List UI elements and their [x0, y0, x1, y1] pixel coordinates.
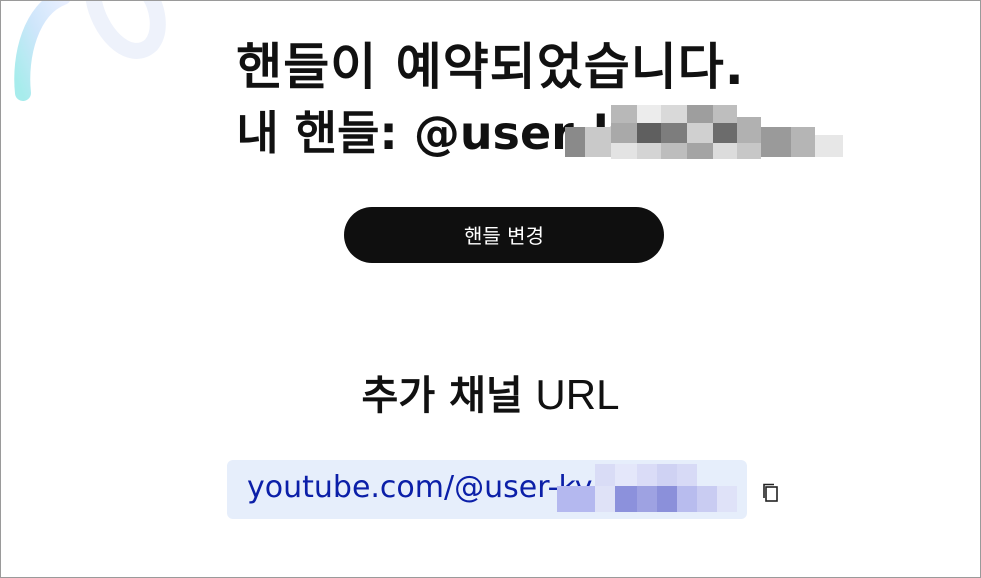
extra-channel-heading-bold: 추가 채널 — [361, 373, 523, 419]
extra-channel-heading-url: URL — [535, 371, 620, 418]
my-handle-line: 내 핸들: @user-ky l1c — [1, 97, 980, 163]
change-handle-button[interactable]: 핸들 변경 — [344, 207, 664, 263]
channel-url-box: youtube.com/@user-ky l1c — [227, 460, 747, 519]
page-frame: 핸들이 예약되었습니다. 내 핸들: @user-ky l1c 핸들 변경 추가… — [0, 0, 981, 578]
my-handle-label: 내 핸들: — [236, 106, 414, 160]
extra-channel-url-heading: 추가 채널 URL — [1, 363, 980, 421]
my-handle-value: @user-ky l1c — [413, 106, 745, 160]
channel-url-text[interactable]: youtube.com/@user-ky l1c — [247, 470, 646, 505]
page-title: 핸들이 예약되었습니다. — [236, 38, 745, 96]
copy-icon[interactable] — [759, 481, 783, 505]
